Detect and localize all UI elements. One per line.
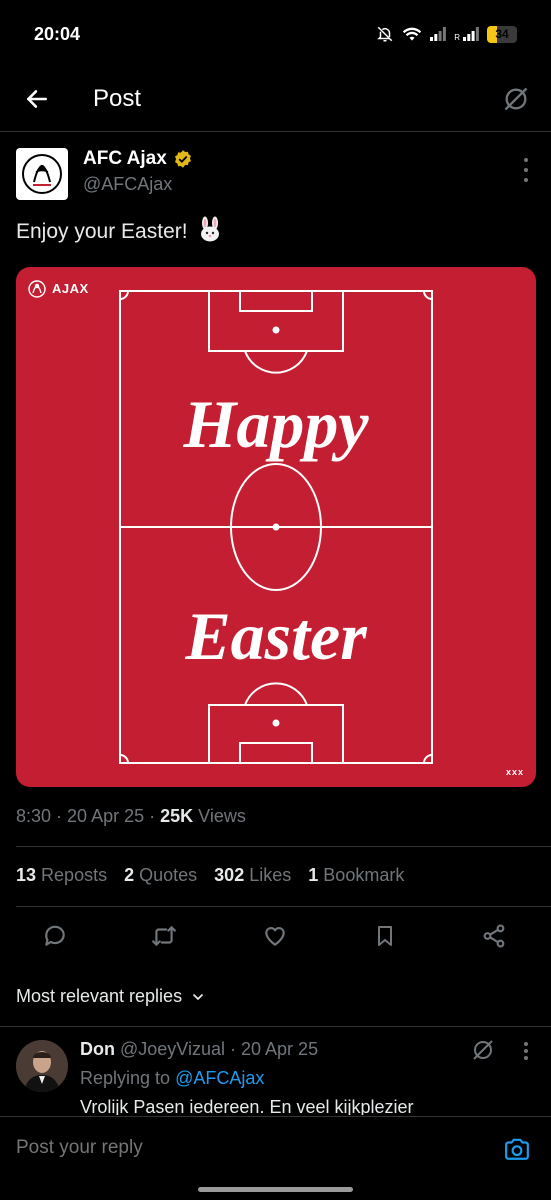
likes-count: 302 [214,865,245,885]
repost-button[interactable] [149,921,179,951]
back-button[interactable] [20,82,54,116]
reposts-stat[interactable]: 13 Reposts [16,865,107,886]
post-text-content: Enjoy your Easter! [16,220,188,243]
post-actions [0,915,551,955]
ajax-logo: AJAX [26,277,89,299]
views-count: 25K [160,806,194,826]
quotes-count: 2 [124,865,135,885]
reply-composer [0,1116,551,1200]
battery-icon: 34 [487,25,517,43]
replies-sort-label: Most relevant replies [16,986,183,1006]
replying-to-label: Replying to [80,1068,171,1088]
reply-header: Don @JoeyVizual · 20 Apr 25 [80,1039,319,1059]
post-more-button[interactable] [519,158,533,182]
divider [16,906,551,907]
reply-avatar-image [16,1040,68,1092]
bookmarks-label: Bookmark [323,865,405,885]
ajax-crest-icon [28,280,46,298]
reply-more-button[interactable] [523,1042,529,1060]
bookmarks-count: 1 [308,865,319,885]
reposts-count: 13 [16,865,37,885]
reply-date: 20 Apr 25 [241,1039,319,1059]
bookmark-button[interactable] [370,921,400,951]
likes-label: Likes [249,865,292,885]
grok-button[interactable] [499,82,533,116]
reply-input[interactable] [16,1137,436,1159]
image-text-happy: Happy [183,386,369,462]
arrow-left-icon [27,90,47,108]
post-meta: 8:30 · 20 Apr 25 · 25K Views [16,806,246,826]
roaming-indicator: R [454,32,460,42]
chevron-down-icon [193,993,203,1000]
bookmarks-stat[interactable]: 1 Bookmark [308,865,404,886]
like-icon [265,927,285,946]
quotes-stat[interactable]: 2 Quotes [124,865,197,886]
post-image[interactable]: AJAX Happy Easter xxx [16,267,536,787]
page-title: Post [93,85,142,112]
post-time: 8:30 [16,806,52,826]
reposts-label: Reposts [41,865,108,885]
battery-level: 34 [495,26,509,41]
share-icon [483,924,505,948]
post-date: 20 Apr 25 [67,806,145,826]
reply-avatar[interactable] [16,1040,68,1092]
reply-text: Vrolijk Pasen iedereen. En veel kijkplez… [80,1097,414,1115]
like-button[interactable] [260,921,290,951]
status-icons: R 34 [376,25,517,43]
replying-to: Replying to @AFCAjax [80,1068,264,1089]
replying-to-link[interactable]: @AFCAjax [175,1068,264,1088]
share-button[interactable] [479,921,509,951]
signal-2-icon [463,27,479,41]
likes-stat[interactable]: 302 Likes [214,865,291,886]
rabbit-face-icon [197,216,223,248]
views-label[interactable]: Views [198,806,246,826]
ajax-crest-icon [22,154,62,194]
divider [16,846,551,847]
status-time: 20:04 [34,24,81,44]
post-stats: 13 Reposts 2 Quotes 302 Likes 1 Bookmark [16,865,404,886]
verified-badge-icon [174,150,191,168]
bell-muted-icon [377,26,393,42]
ajax-logo-text: AJAX [52,280,89,296]
wifi-icon [403,27,422,41]
author-name-text: AFC Ajax [83,148,167,169]
repost-icon [152,926,176,946]
camera-button[interactable] [503,1135,531,1163]
reply-author-handle[interactable]: @JoeyVizual [120,1039,225,1059]
bookmark-icon [378,926,392,946]
author-avatar[interactable] [16,148,68,200]
reply-author-name[interactable]: Don [80,1039,115,1059]
replies-sort-dropdown[interactable]: Most relevant replies [16,986,206,1007]
grok-icon [473,1040,493,1060]
grok-icon [504,87,528,111]
author-handle[interactable]: @AFCAjax [83,174,172,195]
camera-icon [505,1138,529,1160]
top-app-bar: Post [0,70,551,132]
reply-icon [45,925,65,946]
image-corner-mark: xxx [505,767,524,777]
image-text-easter: Easter [185,598,367,674]
divider [0,1026,551,1027]
quotes-label: Quotes [139,865,198,885]
football-pitch-graphic [119,290,433,764]
home-indicator[interactable] [198,1187,353,1192]
author-name[interactable]: AFC Ajax [83,148,193,170]
post-text: Enjoy your Easter! [16,216,223,248]
reply-button[interactable] [40,921,70,951]
status-bar: 20:04 R 34 [0,0,551,70]
signal-icon [430,27,447,41]
reply-grok-button[interactable] [471,1038,495,1062]
